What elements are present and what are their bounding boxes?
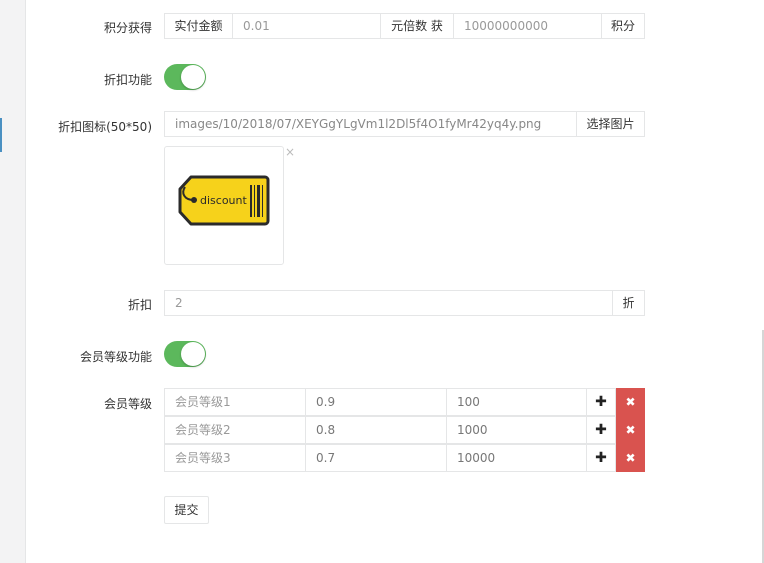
- discount-feature-toggle[interactable]: [164, 64, 206, 90]
- level-discount-input[interactable]: 0.8: [305, 416, 447, 444]
- discount-input[interactable]: 2: [164, 290, 613, 316]
- discount-label: 折扣: [127, 298, 152, 312]
- amount-input[interactable]: 0.01: [232, 13, 381, 39]
- add-level-button[interactable]: ✚: [586, 444, 616, 472]
- level-points-input[interactable]: 10000: [446, 444, 587, 472]
- scrollbar[interactable]: [760, 0, 764, 563]
- remove-image-icon[interactable]: ×: [285, 146, 295, 158]
- delete-level-button[interactable]: ✖: [616, 388, 645, 416]
- points-addon: 积分: [601, 13, 645, 39]
- multiple-input[interactable]: 10000000000: [453, 13, 602, 39]
- add-level-button[interactable]: ✚: [586, 416, 616, 444]
- member-level-feature-toggle[interactable]: [164, 341, 206, 367]
- delete-level-button[interactable]: ✖: [616, 444, 645, 472]
- discount-icon-preview: discount: [164, 146, 284, 265]
- level-points-input[interactable]: 1000: [446, 416, 587, 444]
- choose-image-button[interactable]: 选择图片: [576, 111, 645, 137]
- gutter-accent: [0, 118, 2, 152]
- level-name-input[interactable]: 会员等级1: [164, 388, 306, 416]
- discount-feature-label: 折扣功能: [103, 73, 152, 87]
- tag-text: discount: [200, 194, 247, 207]
- submit-button[interactable]: 提交: [164, 496, 209, 524]
- level-discount-input[interactable]: 0.7: [305, 444, 447, 472]
- discount-suffix: 折: [612, 290, 645, 316]
- icon-path-input[interactable]: images/10/2018/07/XEYGgYLgVm1l2Dl5f4O1fy…: [164, 111, 577, 137]
- delete-level-button[interactable]: ✖: [616, 416, 645, 444]
- left-gutter: [0, 0, 26, 563]
- add-level-button[interactable]: ✚: [586, 388, 616, 416]
- level-name-input[interactable]: 会员等级3: [164, 444, 306, 472]
- level-points-input[interactable]: 100: [446, 388, 587, 416]
- discount-icon-label: 折扣图标(50*50): [58, 120, 152, 134]
- toggle-knob: [181, 65, 205, 89]
- toggle-knob: [181, 342, 205, 366]
- member-level-feature-label: 会员等级功能: [79, 350, 152, 364]
- points-label: 积分获得: [103, 21, 152, 35]
- amount-addon: 实付金额: [164, 13, 233, 39]
- discount-tag-icon: discount: [178, 175, 270, 226]
- member-levels-label: 会员等级: [103, 397, 152, 411]
- level-discount-input[interactable]: 0.9: [305, 388, 447, 416]
- level-name-input[interactable]: 会员等级2: [164, 416, 306, 444]
- multiple-addon: 元倍数 获: [380, 13, 454, 39]
